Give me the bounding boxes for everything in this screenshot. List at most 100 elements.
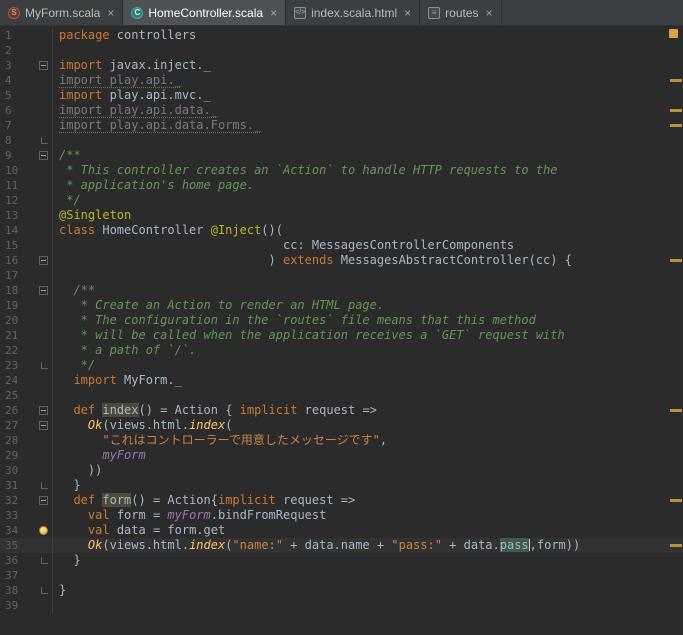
code-line[interactable]: 36 } — [0, 553, 683, 568]
code-line[interactable]: 1 package controllers — [0, 28, 683, 43]
code-line[interactable]: 17 — [0, 268, 683, 283]
code-line[interactable]: 23 */ — [0, 358, 683, 373]
tab-index-scala-html[interactable]: </> index.scala.html × — [286, 0, 421, 25]
line-number[interactable]: 9 — [0, 148, 30, 163]
line-number[interactable]: 13 — [0, 208, 30, 223]
warning-stripe-mark[interactable] — [670, 109, 682, 112]
warning-stripe-mark[interactable] — [670, 124, 682, 127]
line-number[interactable]: 14 — [0, 223, 30, 238]
code-line[interactable]: 30 )) — [0, 463, 683, 478]
code-line[interactable]: 9 /** — [0, 148, 683, 163]
line-number[interactable]: 37 — [0, 568, 30, 583]
line-number[interactable]: 7 — [0, 118, 30, 133]
line-number[interactable]: 27 — [0, 418, 30, 433]
code-line[interactable]: 19 * Create an Action to render an HTML … — [0, 298, 683, 313]
code-line[interactable]: 37 — [0, 568, 683, 583]
line-number[interactable]: 28 — [0, 433, 30, 448]
line-number[interactable]: 23 — [0, 358, 30, 373]
line-number[interactable]: 34 — [0, 523, 30, 538]
code-line[interactable]: 12 */ — [0, 193, 683, 208]
code-line[interactable]: 16 ) extends MessagesAbstractController(… — [0, 253, 683, 268]
line-number[interactable]: 29 — [0, 448, 30, 463]
line-number[interactable]: 31 — [0, 478, 30, 493]
line-number[interactable]: 39 — [0, 598, 30, 613]
code-line[interactable]: 34 val data = form.get — [0, 523, 683, 538]
inspections-indicator[interactable] — [669, 29, 678, 38]
tab-homecontroller-scala[interactable]: C HomeController.scala × — [123, 0, 287, 25]
line-number[interactable]: 18 — [0, 283, 30, 298]
fold-end-icon[interactable] — [41, 587, 48, 594]
line-number[interactable]: 17 — [0, 268, 30, 283]
line-number[interactable]: 12 — [0, 193, 30, 208]
line-number[interactable]: 6 — [0, 103, 30, 118]
fold-end-icon[interactable] — [41, 482, 48, 489]
fold-end-icon[interactable] — [41, 137, 48, 144]
line-number[interactable]: 11 — [0, 178, 30, 193]
warning-stripe-mark[interactable] — [670, 409, 682, 412]
line-number[interactable]: 33 — [0, 508, 30, 523]
line-number[interactable]: 8 — [0, 133, 30, 148]
line-number[interactable]: 20 — [0, 313, 30, 328]
fold-collapse-icon[interactable] — [39, 421, 48, 430]
code-line[interactable]: 35 Ok(views.html.index("name:" + data.na… — [0, 538, 683, 553]
code-line[interactable]: 10 * This controller creates an `Action`… — [0, 163, 683, 178]
code-line[interactable]: 31 } — [0, 478, 683, 493]
line-number[interactable]: 19 — [0, 298, 30, 313]
warning-stripe-mark[interactable] — [670, 79, 682, 82]
fold-end-icon[interactable] — [41, 557, 48, 564]
code-line[interactable]: 11 * application's home page. — [0, 178, 683, 193]
line-number[interactable]: 16 — [0, 253, 30, 268]
fold-end-icon[interactable] — [41, 362, 48, 369]
fold-collapse-icon[interactable] — [39, 406, 48, 415]
code-line[interactable]: 5 import play.api.mvc._ — [0, 88, 683, 103]
line-number[interactable]: 10 — [0, 163, 30, 178]
tab-routes[interactable]: ≡ routes × — [420, 0, 502, 25]
line-number[interactable]: 2 — [0, 43, 30, 58]
tab-myform-scala[interactable]: S MyForm.scala × — [0, 0, 124, 25]
tab-close-icon[interactable]: × — [404, 7, 411, 19]
code-line[interactable]: 22 * a path of `/`. — [0, 343, 683, 358]
line-number[interactable]: 1 — [0, 28, 30, 43]
line-number[interactable]: 35 — [0, 538, 30, 553]
line-number[interactable]: 36 — [0, 553, 30, 568]
tab-close-icon[interactable]: × — [270, 7, 277, 19]
tab-close-icon[interactable]: × — [486, 7, 493, 19]
code-line[interactable]: 2 — [0, 43, 683, 58]
intention-bulb-icon[interactable] — [39, 526, 48, 535]
line-number[interactable]: 15 — [0, 238, 30, 253]
fold-collapse-icon[interactable] — [39, 256, 48, 265]
line-number[interactable]: 4 — [0, 73, 30, 88]
line-number[interactable]: 22 — [0, 343, 30, 358]
code-line[interactable]: 3 import javax.inject._ — [0, 58, 683, 73]
code-line[interactable]: 26 def index() = Action { implicit reque… — [0, 403, 683, 418]
warning-stripe-mark[interactable] — [670, 259, 682, 262]
code-line[interactable]: 24 import MyForm._ — [0, 373, 683, 388]
code-line[interactable]: 32 def form() = Action{implicit request … — [0, 493, 683, 508]
line-number[interactable]: 24 — [0, 373, 30, 388]
line-number[interactable]: 30 — [0, 463, 30, 478]
code-line[interactable]: 8 — [0, 133, 683, 148]
code-line[interactable]: 18 /** — [0, 283, 683, 298]
code-line[interactable]: 33 val form = myForm.bindFromRequest — [0, 508, 683, 523]
line-number[interactable]: 3 — [0, 58, 30, 73]
code-line[interactable]: 14 class HomeController @Inject()( — [0, 223, 683, 238]
fold-collapse-icon[interactable] — [39, 496, 48, 505]
code-line[interactable]: 39 — [0, 598, 683, 613]
code-line[interactable]: 7 import play.api.data.Forms._ — [0, 118, 683, 133]
code-line[interactable]: 29 myForm — [0, 448, 683, 463]
fold-collapse-icon[interactable] — [39, 61, 48, 70]
code-line[interactable]: 4 import play.api._ — [0, 73, 683, 88]
code-line[interactable]: 15 cc: MessagesControllerComponents — [0, 238, 683, 253]
fold-collapse-icon[interactable] — [39, 151, 48, 160]
warning-stripe-mark[interactable] — [670, 544, 682, 547]
line-number[interactable]: 26 — [0, 403, 30, 418]
code-line[interactable]: 20 * The configuration in the `routes` f… — [0, 313, 683, 328]
warning-stripe-mark[interactable] — [670, 499, 682, 502]
code-line[interactable]: 38} — [0, 583, 683, 598]
code-line[interactable]: 27 Ok(views.html.index( — [0, 418, 683, 433]
line-number[interactable]: 38 — [0, 583, 30, 598]
code-line[interactable]: 28 "これはコントローラーで用意したメッセージです", — [0, 433, 683, 448]
line-number[interactable]: 21 — [0, 328, 30, 343]
code-line[interactable]: 21 * will be called when the application… — [0, 328, 683, 343]
code-line[interactable]: 13 @Singleton — [0, 208, 683, 223]
